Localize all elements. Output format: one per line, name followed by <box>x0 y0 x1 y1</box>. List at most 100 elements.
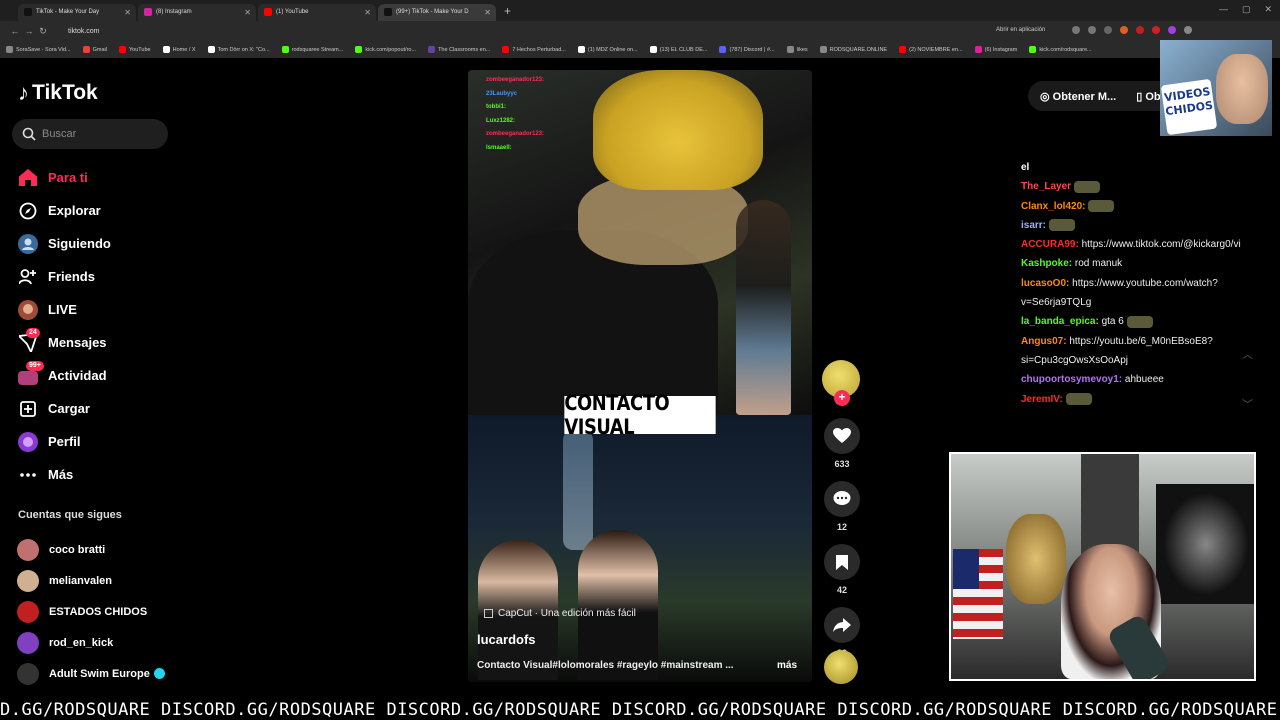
video-overlay-chat: zombeeganador123: 23Laubyyc tobbi1: Luxz128… <box>486 74 544 155</box>
following-account[interactable]: melianvalen <box>17 565 165 596</box>
bookmark-item[interactable]: likes <box>786 46 808 53</box>
sidebar-item-actividad[interactable]: 99+ Actividad <box>18 359 178 392</box>
sidebar-item-siguiendo[interactable]: Siguiendo <box>18 227 178 260</box>
chat-line: JeremIV: <box>1021 390 1251 409</box>
chat-message: si=Cpu3cgOwsXsOoApj <box>1021 354 1128 366</box>
bookmark-item[interactable]: (2) NOVIEMBRE en... <box>899 46 963 53</box>
bookmark-icon[interactable] <box>824 544 860 580</box>
minimize-icon[interactable]: — <box>1219 4 1228 15</box>
sidebar-item-más[interactable]: Más <box>18 458 178 491</box>
chat-message: https://www.youtube.com/watch? <box>1072 277 1218 289</box>
bookmark-item[interactable]: (1) MDZ Online on... <box>577 46 638 53</box>
browser-tab-tiktok-active[interactable]: (99+) TikTok - Make Your D ✕ <box>378 3 496 21</box>
author-avatar[interactable]: + <box>822 360 860 406</box>
extension-icon[interactable] <box>1184 26 1192 34</box>
save-action[interactable]: 42 <box>822 544 862 595</box>
forward-icon[interactable]: → <box>22 26 36 36</box>
sidebar-item-label: Siguiendo <box>48 236 111 251</box>
get-coins-button[interactable]: ◎ Obtener M... <box>1040 90 1116 103</box>
chat-username: ACCURA99: <box>1021 239 1079 251</box>
bookmark-item[interactable]: Gmail <box>82 46 107 53</box>
bookmark-item[interactable]: SoraSave - Sora Vid... <box>6 46 71 53</box>
comment-count: 12 <box>836 522 847 532</box>
more-button[interactable]: más <box>777 660 797 671</box>
follow-plus-icon[interactable]: + <box>834 390 850 406</box>
open-in-app-button[interactable]: Abrir en aplicación <box>996 27 1045 33</box>
comment-icon[interactable] <box>824 481 860 517</box>
chat-line: Kashpoke: rod manuk <box>1021 254 1251 273</box>
browser-tab-youtube[interactable]: (1) YouTube ✕ <box>258 3 376 21</box>
capcut-icon <box>484 609 493 618</box>
following-account[interactable]: coco bratti <box>17 534 165 565</box>
webcam-overlay-main <box>949 452 1256 681</box>
bookmark-item[interactable]: (787) Discord | #... <box>719 46 775 53</box>
url-field[interactable]: tiktok.com <box>68 28 100 35</box>
bookmark-item[interactable]: Tom Dörr on X: "Co... <box>207 46 270 53</box>
back-icon[interactable]: ← <box>8 26 22 36</box>
sidebar-item-label: Actividad <box>48 368 107 383</box>
video-player[interactable]: zombeeganador123: 23Laubyyc tobbi1: Luxz128… <box>468 70 812 682</box>
bookmark-item[interactable]: The Classrooms en... <box>428 46 490 53</box>
star-icon[interactable] <box>1104 26 1112 34</box>
notification-badge: 24 <box>26 328 40 338</box>
close-window-icon[interactable]: ✕ <box>1264 4 1272 15</box>
browser-tab-instagram[interactable]: (8) Instagram ✕ <box>138 3 256 21</box>
sidebar-item-cargar[interactable]: Cargar <box>18 392 178 425</box>
close-icon[interactable]: ✕ <box>124 8 131 17</box>
sidebar-item-friends[interactable]: Friends <box>18 260 178 293</box>
bookmark-favicon-icon <box>281 46 289 53</box>
sidebar-item-perfil[interactable]: Perfil <box>18 425 178 458</box>
bookmark-item[interactable]: (13) EL CLUB DE... <box>649 46 707 53</box>
bookmark-item[interactable]: kick.com/rodsquare... <box>1029 46 1092 53</box>
search-input[interactable]: Buscar <box>12 119 168 149</box>
overlay-chat-line: lsmaaell: <box>486 142 544 156</box>
close-icon[interactable]: ✕ <box>244 8 251 17</box>
chevron-up-icon[interactable]: ︿ <box>1242 346 1253 362</box>
new-tab-icon[interactable]: + <box>504 4 511 18</box>
close-icon[interactable]: ✕ <box>364 8 371 17</box>
chevron-down-icon[interactable]: ﹀ <box>1242 396 1253 412</box>
chat-line: la_banda_epica: gta 6 <box>1021 312 1251 331</box>
capcut-link[interactable]: CapCut · Una edición más fácil <box>484 608 636 619</box>
bookmark-item[interactable]: YouTube <box>119 46 151 53</box>
browser-tab-tiktok[interactable]: TikTok - Make Your Day ✕ <box>18 3 136 21</box>
maximize-icon[interactable]: ▢ <box>1242 4 1251 15</box>
chat-line: lucasoO0: https://www.youtube.com/watch? <box>1021 274 1251 293</box>
extension-icon[interactable] <box>1136 26 1144 34</box>
webcam-monitor <box>1156 484 1254 604</box>
extension-icon[interactable] <box>1088 26 1096 34</box>
extension-icon[interactable] <box>1120 26 1128 34</box>
bookmark-item[interactable]: Home / X <box>162 46 196 53</box>
bookmark-favicon-icon <box>502 46 510 53</box>
emote-icon <box>1074 180 1101 193</box>
bookmark-item[interactable]: 7 Hechos Perturbad... <box>502 46 566 53</box>
extension-icon[interactable] <box>1152 26 1160 34</box>
sidebar-item-live[interactable]: LIVE <box>18 293 178 326</box>
sidebar-item-mensajes[interactable]: 24 Mensajes <box>18 326 178 359</box>
bookmark-item[interactable]: rodsquaree Stream... <box>281 46 343 53</box>
video-person-beanie <box>593 70 763 190</box>
reload-icon[interactable]: ↻ <box>36 26 50 37</box>
extension-icon[interactable] <box>1072 26 1080 34</box>
music-disc-icon[interactable] <box>824 650 858 684</box>
following-account[interactable]: ESTADOS CHIDOS <box>17 596 165 627</box>
bookmark-favicon-icon <box>899 46 907 53</box>
share-icon[interactable] <box>824 607 860 643</box>
bookmark-item[interactable]: kick.com/popout/ro... <box>355 46 416 53</box>
close-icon[interactable]: ✕ <box>484 8 491 17</box>
sidebar-item-explorar[interactable]: Explorar <box>18 194 178 227</box>
following-account[interactable]: rod_en_kick <box>17 627 165 658</box>
bookmark-item[interactable]: (6) Instagram <box>974 46 1017 53</box>
bookmark-item[interactable]: RODSQUARE.ONLINE <box>819 46 887 53</box>
following-account[interactable]: Adult Swim Europe <box>17 658 165 689</box>
bookmark-favicon-icon <box>207 46 215 53</box>
video-author[interactable]: lucardofs <box>477 632 536 647</box>
tiktok-logo[interactable]: ♪ TikTok <box>18 80 98 106</box>
extension-icon[interactable] <box>1168 26 1176 34</box>
chat-line: isarr: <box>1021 216 1251 235</box>
tab-label: TikTok - Make Your Day <box>36 9 100 15</box>
heart-icon[interactable] <box>824 418 860 454</box>
sidebar-item-para-ti[interactable]: Para ti <box>18 161 178 194</box>
comment-action[interactable]: 12 <box>822 481 862 532</box>
like-action[interactable]: 633 <box>822 418 862 469</box>
